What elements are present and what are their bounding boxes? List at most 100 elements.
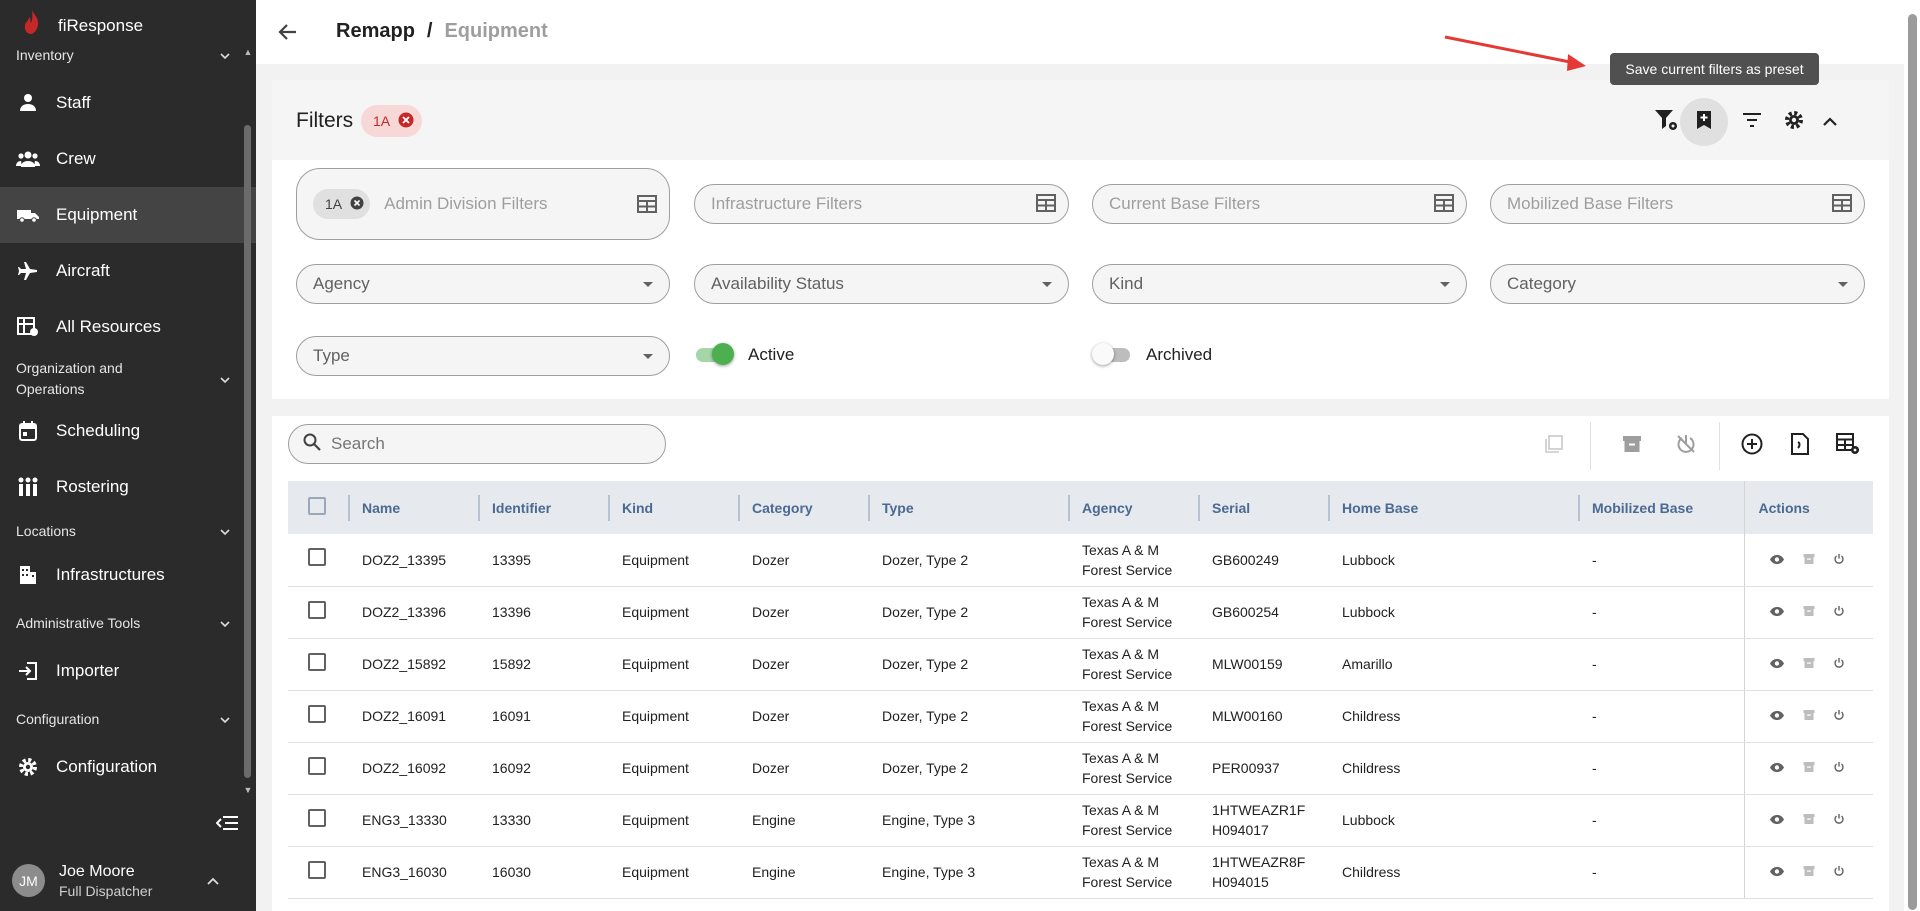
row-checkbox[interactable] — [308, 652, 326, 671]
power-icon[interactable] — [1833, 654, 1845, 674]
column-header[interactable]: Agency — [1068, 481, 1198, 534]
archive-icon[interactable] — [1803, 602, 1815, 622]
power-icon[interactable] — [1833, 862, 1845, 882]
view-eye-icon[interactable] — [1769, 602, 1785, 622]
row-checkbox[interactable] — [308, 600, 326, 619]
sidebar-item-crew[interactable]: Crew — [0, 131, 256, 187]
collapse-sidebar-button[interactable] — [212, 813, 242, 837]
view-eye-icon[interactable] — [1769, 706, 1785, 726]
column-header[interactable]: Kind — [608, 481, 738, 534]
row-checkbox[interactable] — [308, 808, 326, 827]
scrollbar-thumb[interactable] — [1908, 14, 1917, 910]
select-all-checkbox[interactable] — [308, 497, 326, 515]
scroll-up-icon[interactable]: ▲ — [243, 47, 253, 57]
sidebar-item-importer[interactable]: Importer — [0, 643, 256, 699]
table-row[interactable]: DOZ2_13395 13395 Equipment Dozer Dozer, … — [288, 534, 1873, 587]
infrastructure-filter[interactable]: Infrastructure Filters — [694, 184, 1069, 224]
column-header[interactable]: Home Base — [1328, 481, 1578, 534]
user-menu[interactable]: JM Joe Moore Full Dispatcher — [0, 850, 256, 911]
view-eye-icon[interactable] — [1769, 758, 1785, 778]
export-button[interactable] — [1786, 432, 1814, 460]
row-checkbox[interactable] — [308, 860, 326, 879]
row-checkbox[interactable] — [308, 704, 326, 723]
admin-division-filter[interactable]: 1A Admin Division Filters — [296, 168, 670, 240]
settings-button[interactable] — [1776, 104, 1812, 140]
table-grid-icon[interactable] — [1832, 194, 1852, 217]
power-icon[interactable] — [1833, 758, 1845, 778]
archive-icon[interactable] — [1803, 550, 1815, 570]
table-grid-icon[interactable] — [1036, 194, 1056, 217]
section-locations[interactable]: Locations — [0, 515, 256, 547]
power-icon[interactable] — [1833, 706, 1845, 726]
column-header[interactable]: Serial — [1198, 481, 1328, 534]
admin-division-chip[interactable]: 1A — [313, 189, 371, 219]
save-preset-button[interactable] — [1680, 98, 1728, 146]
filter-settings-button[interactable] — [1648, 104, 1684, 140]
table-row[interactable]: DOZ2_16092 16092 Equipment Dozer Dozer, … — [288, 742, 1873, 795]
search-input[interactable]: Search — [288, 424, 666, 464]
row-checkbox[interactable] — [308, 548, 326, 567]
bulk-copy-button[interactable] — [1540, 432, 1568, 460]
archive-icon[interactable] — [1803, 758, 1815, 778]
table-grid-icon[interactable] — [637, 195, 657, 218]
table-row[interactable]: ENG3_13330 13330 Equipment Engine Engine… — [288, 794, 1873, 847]
collapse-filters-button[interactable] — [1812, 104, 1848, 140]
row-checkbox[interactable] — [308, 756, 326, 775]
table-row[interactable]: DOZ2_16091 16091 Equipment Dozer Dozer, … — [288, 690, 1873, 743]
mobilized-base-filter[interactable]: Mobilized Base Filters — [1490, 184, 1865, 224]
add-equipment-button[interactable] — [1738, 432, 1766, 460]
category-select[interactable]: Category — [1490, 264, 1865, 304]
sidebar-item-equipment[interactable]: Equipment — [0, 187, 256, 243]
active-filter-chip[interactable]: 1A — [361, 105, 423, 137]
agency-select[interactable]: Agency — [296, 264, 670, 304]
sidebar-item-all-resources[interactable]: All Resources — [0, 299, 256, 355]
toggle-track[interactable] — [1092, 343, 1130, 365]
archived-toggle[interactable]: Archived — [1092, 343, 1212, 365]
sidebar-item-rostering[interactable]: Rostering — [0, 459, 256, 515]
deactivate-button[interactable] — [1672, 432, 1700, 460]
archive-icon[interactable] — [1803, 810, 1815, 830]
section-organization-operations[interactable]: Organization and Operations — [0, 355, 256, 403]
table-row[interactable]: DOZ2_15892 15892 Equipment Dozer Dozer, … — [288, 638, 1873, 691]
archive-icon[interactable] — [1803, 862, 1815, 882]
sidebar-item-staff[interactable]: Staff — [0, 75, 256, 131]
scroll-down-icon[interactable]: ▼ — [243, 785, 253, 795]
view-eye-icon[interactable] — [1769, 654, 1785, 674]
sidebar-scrollbar[interactable]: ▲ ▼ — [243, 47, 253, 795]
remove-chip-icon[interactable] — [398, 112, 414, 131]
column-header[interactable]: Mobilized Base — [1578, 481, 1744, 534]
filter-list-button[interactable] — [1734, 104, 1770, 140]
table-row[interactable]: ENG3_16030 16030 Equipment Engine Engine… — [288, 846, 1873, 899]
active-toggle[interactable]: Active — [696, 343, 794, 365]
breadcrumb-root[interactable]: Remapp — [336, 20, 415, 43]
back-arrow-icon[interactable] — [276, 20, 300, 44]
sidebar-item-aircraft[interactable]: Aircraft — [0, 243, 256, 299]
archive-icon[interactable] — [1803, 706, 1815, 726]
archive-button[interactable] — [1618, 432, 1646, 460]
table-grid-icon[interactable] — [1434, 194, 1454, 217]
scrollbar-thumb[interactable] — [244, 125, 251, 778]
section-inventory[interactable]: Inventory — [0, 44, 256, 66]
power-icon[interactable] — [1833, 602, 1845, 622]
view-eye-icon[interactable] — [1769, 550, 1785, 570]
column-header[interactable]: Category — [738, 481, 868, 534]
sidebar-item-infrastructures[interactable]: Infrastructures — [0, 547, 256, 603]
sidebar-item-scheduling[interactable]: Scheduling — [0, 403, 256, 459]
type-select[interactable]: Type — [296, 336, 670, 376]
sidebar-item-configuration[interactable]: Configuration — [0, 739, 256, 795]
archive-icon[interactable] — [1803, 654, 1815, 674]
view-eye-icon[interactable] — [1769, 810, 1785, 830]
section-configuration[interactable]: Configuration — [0, 699, 256, 739]
column-header[interactable]: Identifier — [478, 481, 608, 534]
power-icon[interactable] — [1833, 550, 1845, 570]
availability-status-select[interactable]: Availability Status — [694, 264, 1069, 304]
view-eye-icon[interactable] — [1769, 862, 1785, 882]
column-header[interactable]: Name — [348, 481, 478, 534]
power-icon[interactable] — [1833, 810, 1845, 830]
column-settings-button[interactable] — [1834, 432, 1862, 460]
table-row[interactable]: DOZ2_13396 13396 Equipment Dozer Dozer, … — [288, 586, 1873, 639]
current-base-filter[interactable]: Current Base Filters — [1092, 184, 1467, 224]
remove-chip-icon[interactable] — [350, 196, 364, 213]
page-scrollbar[interactable] — [1904, 0, 1920, 911]
section-administrative-tools[interactable]: Administrative Tools — [0, 603, 256, 643]
